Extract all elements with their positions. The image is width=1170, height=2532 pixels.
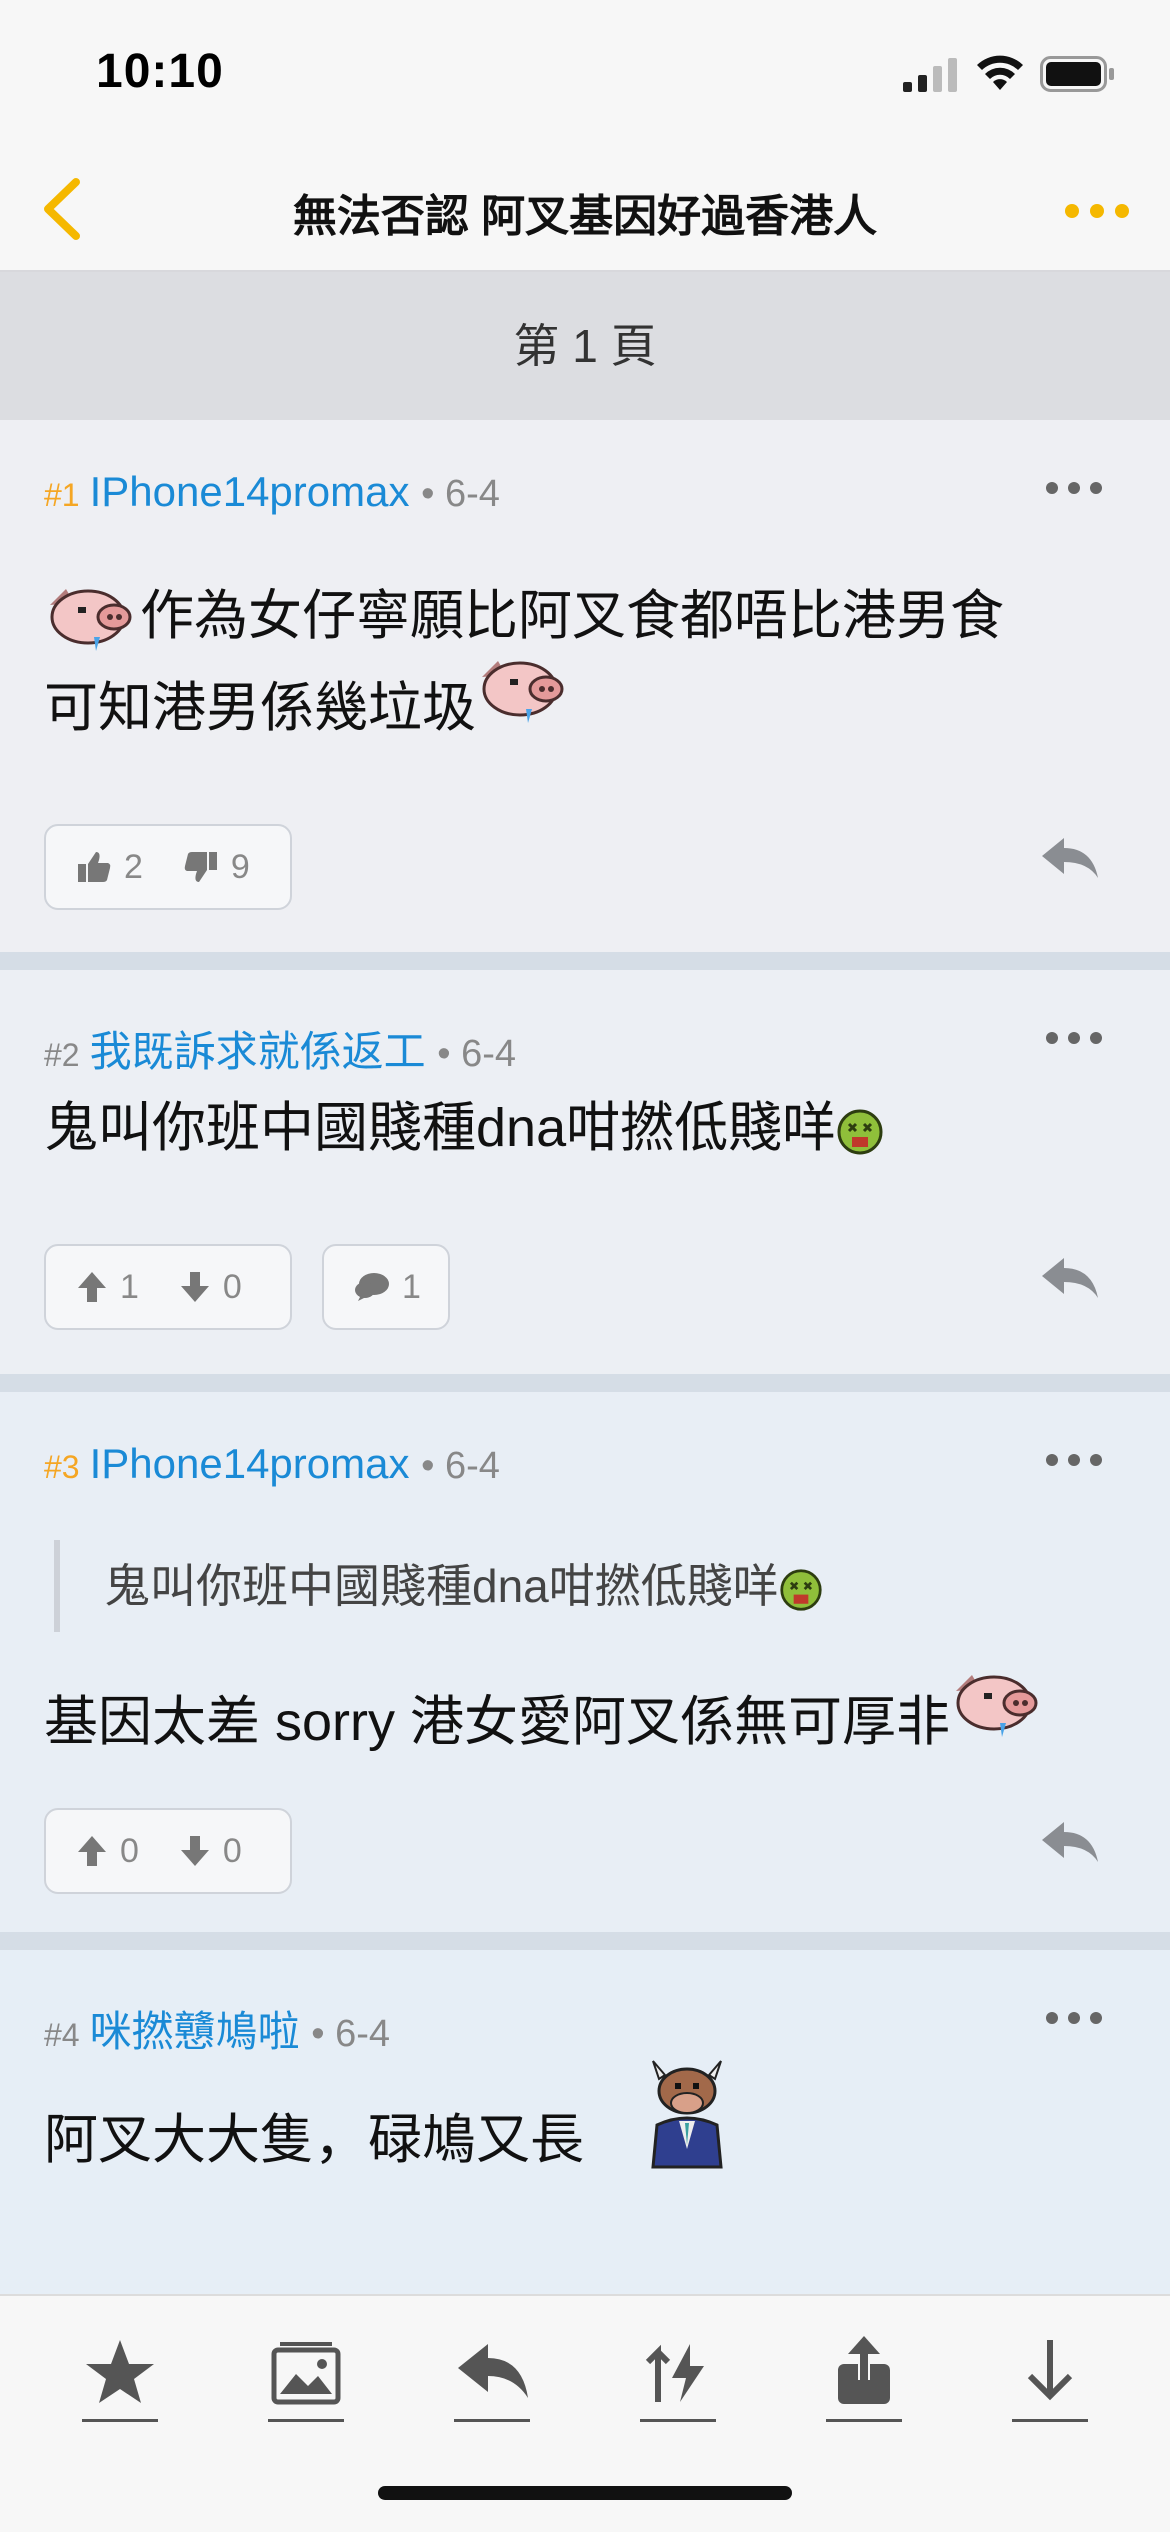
post-date: • 6-4 bbox=[421, 473, 500, 515]
downvote-count: 0 bbox=[222, 1831, 242, 1870]
arrow-down-icon bbox=[180, 1836, 209, 1866]
downvote-button[interactable]: 0 bbox=[179, 1832, 242, 1871]
post-text-line: 可知港男係幾垃圾 bbox=[44, 678, 476, 738]
post-content: 基因太差 sorry 港女愛阿叉係無可厚非 bbox=[44, 1674, 1046, 1768]
post-item: #4 咪撚戇鳩啦 • 6-4 阿叉大大隻，碌鳩又長 bbox=[0, 1950, 1170, 2300]
comments-button[interactable]: 1 bbox=[322, 1244, 450, 1330]
reply-icon[interactable] bbox=[1040, 1254, 1100, 1304]
arrow-up-icon bbox=[78, 1836, 106, 1866]
comments-group: 1 bbox=[354, 1268, 421, 1307]
arrow-down-icon bbox=[180, 1272, 209, 1302]
comment-count: 1 bbox=[402, 1267, 421, 1306]
post-meta: #2 我既訴求就係返工 • 6-4 bbox=[44, 1018, 516, 1079]
thumbs-down-icon bbox=[184, 852, 217, 882]
post-content: 作為女仔寧願比阿叉食都唔比港男食 可知港男係幾垃圾 bbox=[44, 570, 1004, 754]
upvote-button[interactable]: 0 bbox=[76, 1832, 139, 1871]
post-meta: #4 咪撚戇鳩啦 • 6-4 bbox=[44, 1998, 390, 2059]
upvote-count: 0 bbox=[120, 1831, 139, 1870]
post-divider bbox=[0, 1932, 1170, 1950]
quote-text: 鬼叫你班中國賤種dna咁撚低賤咩 bbox=[104, 1560, 779, 1612]
thread-title: 無法否認 阿叉基因好過香港人 bbox=[292, 192, 878, 241]
speech-bubble-icon bbox=[355, 1273, 389, 1301]
vote-box: 0 0 bbox=[44, 1808, 292, 1894]
pig-emoji-icon bbox=[956, 1674, 1038, 1737]
post-divider bbox=[0, 1374, 1170, 1392]
post-username[interactable]: 咪撚戇鳩啦 bbox=[90, 2008, 300, 2055]
sick-face-emoji-icon bbox=[780, 1569, 822, 1611]
post-text: 鬼叫你班中國賤種dna咁撚低賤咩 bbox=[44, 1098, 837, 1158]
back-chevron-icon[interactable] bbox=[36, 174, 96, 244]
post-text: 基因太差 sorry 港女愛阿叉係無可厚非 bbox=[44, 1692, 951, 1752]
cellular-signal-icon bbox=[903, 58, 957, 92]
vote-box: 1 0 bbox=[44, 1244, 292, 1330]
jump-to-bottom-button[interactable] bbox=[1010, 2332, 1090, 2422]
image-mode-button[interactable] bbox=[266, 2332, 346, 2422]
more-options-icon[interactable] bbox=[1062, 186, 1132, 236]
post-number: #2 bbox=[44, 1037, 80, 1073]
sort-button[interactable] bbox=[638, 2332, 718, 2422]
post-more-icon[interactable] bbox=[1044, 1028, 1104, 1048]
post-date: • 6-4 bbox=[421, 1445, 500, 1487]
reply-icon bbox=[458, 2344, 528, 2398]
post-username[interactable]: IPhone14promax bbox=[90, 468, 410, 515]
reply-icon[interactable] bbox=[1040, 834, 1100, 884]
post-item: #2 我既訴求就係返工 • 6-4 鬼叫你班中國賤種dna咁撚低賤咩 1 0 1 bbox=[0, 970, 1170, 1374]
post-more-icon[interactable] bbox=[1044, 478, 1104, 498]
favorite-button[interactable] bbox=[80, 2332, 160, 2422]
dislike-count: 9 bbox=[230, 847, 250, 886]
status-bar: 10:10 bbox=[0, 0, 1170, 150]
post-text: 阿叉大大隻，碌鳩又長 bbox=[44, 2110, 584, 2170]
status-time: 10:10 bbox=[96, 45, 224, 98]
pig-emoji-icon bbox=[482, 660, 564, 723]
bull-in-suit-emoji-icon bbox=[651, 2060, 723, 2169]
post-content: 阿叉大大隻，碌鳩又長 bbox=[44, 2060, 735, 2186]
share-button[interactable] bbox=[824, 2332, 904, 2422]
downvote-count: 0 bbox=[222, 1267, 242, 1306]
post-meta: #3 IPhone14promax • 6-4 bbox=[44, 1440, 500, 1488]
post-number: #4 bbox=[44, 2017, 80, 2053]
post-date: • 6-4 bbox=[437, 1033, 517, 1075]
page-number-header[interactable]: 第 1 頁 bbox=[0, 272, 1170, 420]
post-item: #1 IPhone14promax • 6-4 作為女仔寧願比阿叉食都唔比港男食 … bbox=[0, 420, 1170, 952]
post-text-line: 作為女仔寧願比阿叉食都唔比港男食 bbox=[140, 586, 1004, 646]
arrow-up-icon bbox=[78, 1272, 106, 1302]
thumbs-up-icon bbox=[78, 852, 111, 882]
post-number: #3 bbox=[44, 1449, 80, 1485]
gallery-icon bbox=[271, 2342, 341, 2405]
like-count: 2 bbox=[124, 847, 143, 886]
battery-icon bbox=[1040, 56, 1114, 92]
wifi-icon bbox=[977, 55, 1023, 90]
quoted-post[interactable]: 鬼叫你班中國賤種dna咁撚低賤咩 bbox=[54, 1540, 823, 1632]
star-icon bbox=[86, 2340, 154, 2403]
post-more-icon[interactable] bbox=[1044, 1450, 1104, 1470]
upvote-button[interactable]: 1 bbox=[76, 1268, 139, 1307]
downvote-button[interactable]: 0 bbox=[179, 1268, 242, 1307]
post-username[interactable]: IPhone14promax bbox=[90, 1440, 410, 1487]
post-meta: #1 IPhone14promax • 6-4 bbox=[44, 468, 500, 516]
share-icon bbox=[838, 2336, 890, 2404]
sort-icon bbox=[645, 2344, 704, 2402]
post-content: 鬼叫你班中國賤種dna咁撚低賤咩 bbox=[44, 1082, 884, 1174]
upvote-count: 1 bbox=[120, 1267, 139, 1306]
download-icon bbox=[1027, 2340, 1073, 2401]
nav-bar: 無法否認 阿叉基因好過香港人 bbox=[0, 150, 1170, 272]
reply-icon[interactable] bbox=[1040, 1818, 1100, 1868]
post-number: #1 bbox=[44, 477, 80, 513]
reply-thread-button[interactable] bbox=[452, 2332, 532, 2422]
post-divider bbox=[0, 952, 1170, 970]
post-date: • 6-4 bbox=[311, 2013, 391, 2055]
sick-face-emoji-icon bbox=[837, 1109, 883, 1155]
pig-emoji-icon bbox=[50, 588, 132, 651]
vote-box: 2 9 bbox=[44, 824, 292, 910]
like-button[interactable]: 2 bbox=[76, 848, 143, 887]
home-indicator bbox=[378, 2486, 792, 2500]
post-username[interactable]: 我既訴求就係返工 bbox=[90, 1028, 426, 1075]
post-item: #3 IPhone14promax • 6-4 鬼叫你班中國賤種dna咁撚低賤咩 … bbox=[0, 1392, 1170, 1932]
dislike-button[interactable]: 9 bbox=[183, 848, 250, 887]
post-more-icon[interactable] bbox=[1044, 2008, 1104, 2028]
